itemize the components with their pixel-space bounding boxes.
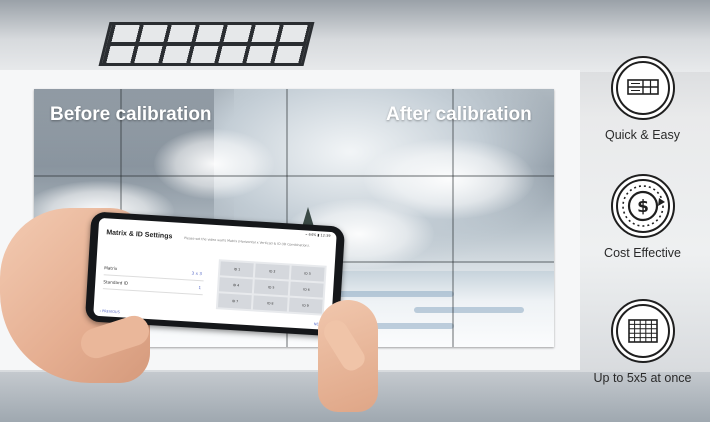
panel-bezel	[452, 89, 454, 347]
standard-id-label: Standard ID	[103, 279, 129, 286]
svg-text:$: $	[637, 197, 649, 217]
id-cell[interactable]: ID 9	[288, 297, 323, 314]
matrix-settings-title: Matrix & ID Settings	[106, 229, 173, 241]
snow-shadow	[334, 291, 454, 297]
feature-cost-effective: $ Cost Effective	[580, 174, 705, 260]
matrix-row-value: 3 x 3	[191, 270, 203, 277]
snow-shadow	[414, 307, 524, 313]
before-calibration-label: Before calibration	[50, 104, 212, 125]
id-cell[interactable]: ID 4	[218, 277, 254, 294]
id-cell[interactable]: ID 5	[254, 279, 289, 296]
feature-badge	[610, 299, 675, 363]
previous-button[interactable]: ‹ PREVIOUS	[99, 309, 119, 314]
matrix-row-label: Matrix	[104, 265, 118, 272]
feature-label: Quick & Easy	[604, 128, 681, 142]
feature-badge: $	[610, 174, 675, 238]
id-cell[interactable]: ID 7	[217, 293, 253, 310]
ceiling-light-fixture	[98, 22, 315, 66]
feature-label: Cost Effective	[604, 246, 681, 260]
five-by-five-grid-icon	[627, 319, 658, 343]
feature-label: Up to 5x5 at once	[593, 371, 692, 385]
videowall-grid-icon	[626, 79, 659, 95]
id-cell[interactable]: ID 2	[255, 263, 290, 280]
phone-screen: ⌁ 64% ▮ 12:39 Matrix & ID Settings Pleas…	[93, 217, 337, 331]
cloud	[154, 129, 274, 199]
standard-id-value: 1	[198, 285, 202, 291]
page-indicator	[202, 315, 217, 331]
id-cell[interactable]: ID 1	[219, 261, 255, 278]
phone-status-bar: ⌁ 64% ▮ 12:39	[305, 232, 331, 238]
id-cell[interactable]: ID 3	[290, 265, 325, 282]
id-matrix-grid: ID 1 ID 2 ID 3 ID 4 ID 5 ID 6 ID 7 ID 8 …	[215, 259, 327, 316]
dollar-cycle-icon: $	[621, 185, 665, 227]
settings-hint: Please set the video wall's Matrix (Hori…	[184, 236, 310, 248]
feature-quick-easy: Quick & Easy	[580, 56, 705, 142]
after-calibration-label: After calibration	[386, 104, 532, 125]
feature-badge	[610, 56, 675, 120]
panel-bezel	[34, 175, 554, 177]
feature-five-by-five: Up to 5x5 at once	[580, 299, 705, 385]
id-cell[interactable]: ID 6	[289, 281, 324, 298]
id-cell[interactable]: ID 8	[253, 295, 288, 312]
